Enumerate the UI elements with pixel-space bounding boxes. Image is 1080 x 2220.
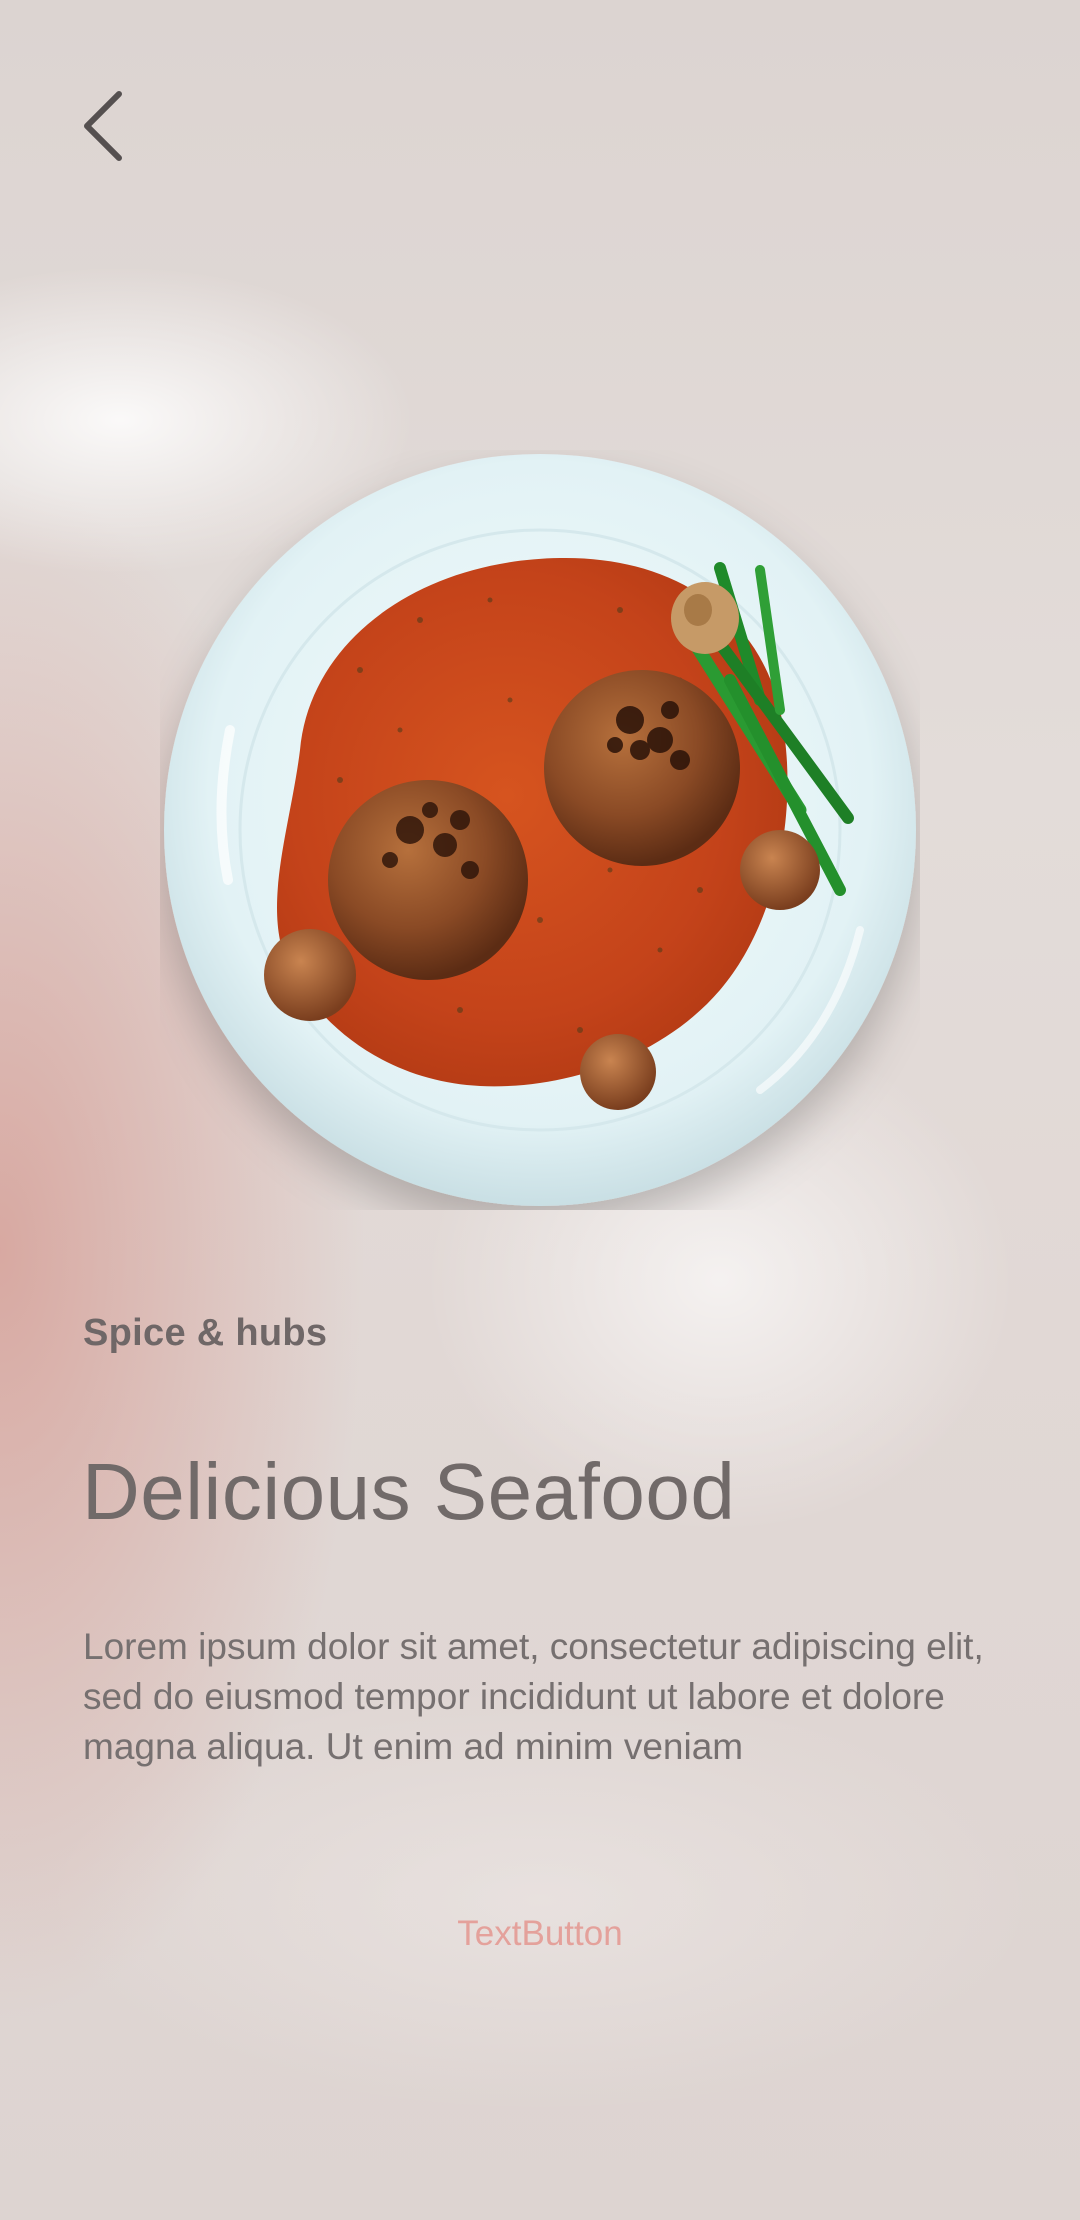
chevron-left-icon bbox=[84, 91, 122, 161]
description-text: Lorem ipsum dolor sit amet, consectetur … bbox=[83, 1626, 984, 1767]
text-button[interactable]: TextButton bbox=[0, 1904, 1080, 1964]
category-label: Spice & hubs bbox=[83, 1312, 328, 1354]
dish-image bbox=[160, 450, 920, 1210]
back-button[interactable] bbox=[66, 78, 142, 174]
page-title: Delicious Seafood bbox=[82, 1447, 736, 1536]
